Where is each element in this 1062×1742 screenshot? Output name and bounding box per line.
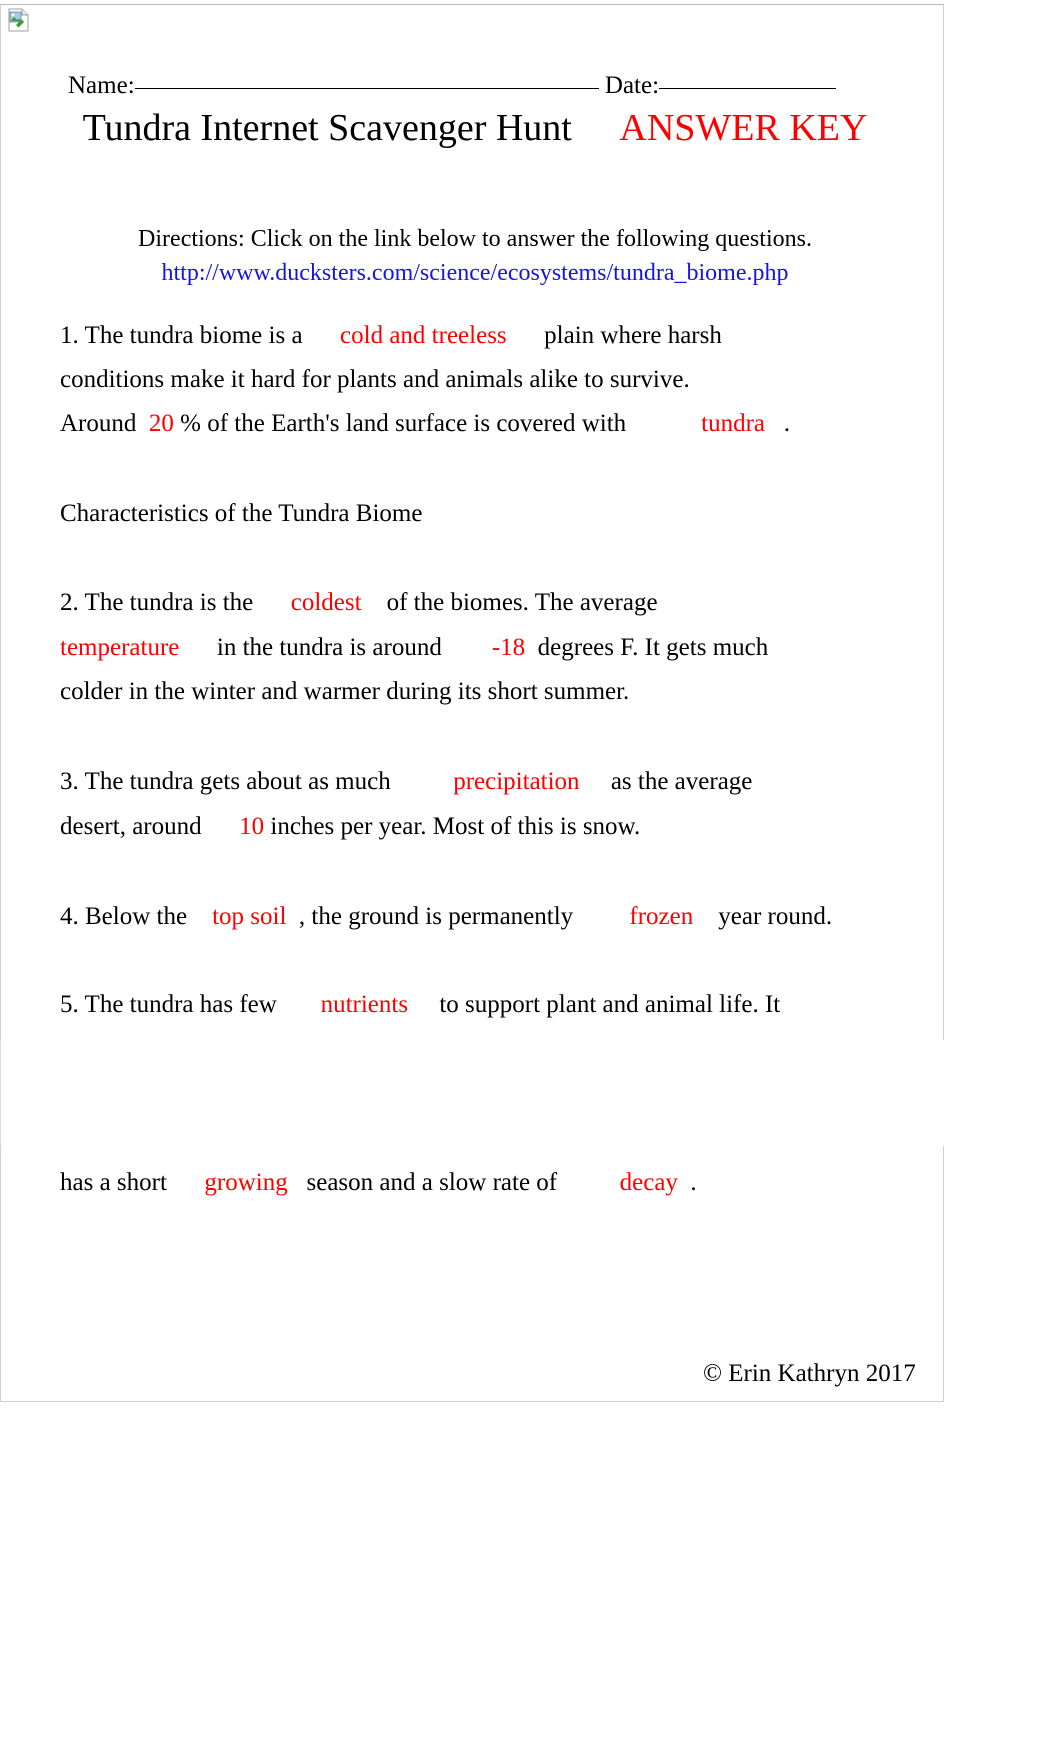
q4-text-a: 4. Below the — [60, 903, 188, 930]
q2-answer-3: -18 — [491, 634, 526, 661]
q5-text-b: to support plant and animal life. It — [439, 991, 781, 1018]
name-date-row: Name: Date: — [68, 72, 837, 100]
page-break-rule — [0, 1040, 1, 1148]
q1-answer-2: 20 — [148, 410, 174, 437]
q3-text-d: inches per year. Most of this is snow. — [270, 813, 641, 840]
q3-text-b: as the average — [610, 768, 753, 795]
q5-text-d: season and a slow rate of — [306, 1169, 558, 1196]
q3-answer-1: precipitation — [453, 768, 580, 795]
q3-text-c: desert, around — [60, 813, 202, 840]
q3-answer-2: 10 — [239, 813, 265, 840]
q3-text-a: 3. The tundra gets about as much — [60, 768, 391, 795]
q1-text-a: 1. The tundra biome is a — [60, 322, 303, 349]
answer-key-label: ANSWER KEY — [619, 107, 868, 149]
question-2-line-3: colder in the winter and warmer during i… — [60, 678, 630, 705]
q1-text-b: plain where harsh — [544, 322, 722, 349]
date-blank-line[interactable] — [659, 88, 837, 89]
copyright-footer: © Erin Kathryn 2017 — [703, 1360, 916, 1387]
q5-answer-3: decay — [619, 1169, 678, 1196]
q1-text-c: Around — [60, 410, 137, 437]
q2-text-d: degrees F. It gets much — [537, 634, 769, 661]
q5-text-e: . — [690, 1169, 697, 1196]
date-label: Date: — [604, 72, 660, 99]
question-1-line-1: 1. The tundra biome is a cold and treele… — [60, 322, 722, 350]
q5-answer-1: nutrients — [320, 991, 409, 1018]
q2-answer-1: coldest — [290, 589, 362, 616]
q2-text-c: in the tundra is around — [216, 634, 442, 661]
q4-answer-1: top soil — [212, 903, 287, 930]
section-heading: Characteristics of the Tundra Biome — [60, 500, 423, 527]
q5-text-c: has a short — [60, 1169, 167, 1196]
question-1-line-3: Around 20 % of the Earth's land surface … — [60, 410, 790, 438]
q2-text-b: of the biomes. The average — [386, 589, 658, 616]
question-3-line-2: desert, around 10 inches per year. Most … — [60, 813, 640, 841]
q1-text-d: % of the Earth's land surface is covered… — [180, 410, 627, 437]
question-1-line-2: conditions make it hard for plants and a… — [60, 366, 690, 393]
broken-image-icon — [8, 8, 30, 32]
q5-answer-2: growing — [204, 1169, 288, 1196]
source-url-link[interactable]: http://www.ducksters.com/science/ecosyst… — [60, 260, 890, 287]
q1-answer-3: tundra — [701, 410, 766, 437]
q5-text-a: 5. The tundra has few — [60, 991, 277, 1018]
page-title: Tundra Internet Scavenger Hunt ANSWER KE… — [60, 103, 890, 153]
question-3-line-1: 3. The tundra gets about as much precipi… — [60, 768, 752, 796]
q2-answer-2: temperature — [60, 634, 180, 661]
q1-answer-1: cold and treeless — [340, 322, 507, 349]
question-5-line-2: has a short growing season and a slow ra… — [60, 1169, 697, 1197]
name-label: Name: — [68, 72, 135, 99]
q1-text-e: . — [783, 410, 791, 437]
question-2-line-2: temperature in the tundra is around -18 … — [60, 634, 768, 662]
q2-text-a: 2. The tundra is the — [60, 589, 254, 616]
question-5-line-1: 5. The tundra has few nutrients to suppo… — [60, 991, 780, 1019]
name-blank-line[interactable] — [134, 88, 599, 89]
q4-answer-2: frozen — [629, 903, 694, 930]
q4-text-c: year round. — [718, 903, 833, 930]
page-title-main: Tundra Internet Scavenger Hunt — [82, 107, 572, 149]
question-4-line-1: 4. Below the top soil , the ground is pe… — [60, 903, 832, 931]
directions-text: Directions: Click on the link below to a… — [138, 226, 812, 252]
question-2-line-1: 2. The tundra is the coldest of the biom… — [60, 589, 658, 617]
q4-text-b: , the ground is permanently — [298, 903, 574, 930]
